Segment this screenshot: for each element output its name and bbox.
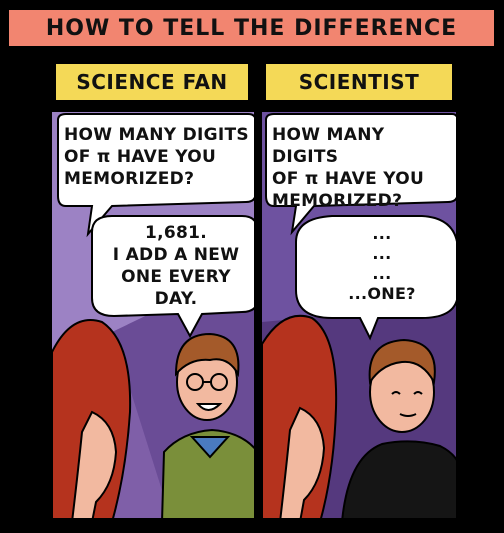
scientist-answer: ... ... ... ...ONE? (348, 224, 416, 303)
comic-strip: HOW TO TELL THE DIFFERENCE SCIENCE FAN S… (0, 0, 504, 533)
caption-scientist: SCIENTIST (264, 62, 454, 102)
scientist-question: HOW MANY DIGITS OF π HAVE YOU MEMORIZED? (272, 125, 425, 211)
science-fan-question: HOW MANY DIGITS OF π HAVE YOU MEMORIZED? (64, 125, 249, 189)
caption-science-fan: SCIENCE FAN (54, 62, 250, 102)
science-fan-answer: 1,681. I ADD A NEW ONE EVERY DAY. (112, 223, 240, 309)
comic-title: HOW TO TELL THE DIFFERENCE (7, 8, 496, 48)
panel-scientist: HOW MANY DIGITS OF π HAVE YOU MEMORIZED?… (260, 110, 458, 520)
panel-science-fan: HOW MANY DIGITS OF π HAVE YOU MEMORIZED?… (50, 110, 256, 520)
